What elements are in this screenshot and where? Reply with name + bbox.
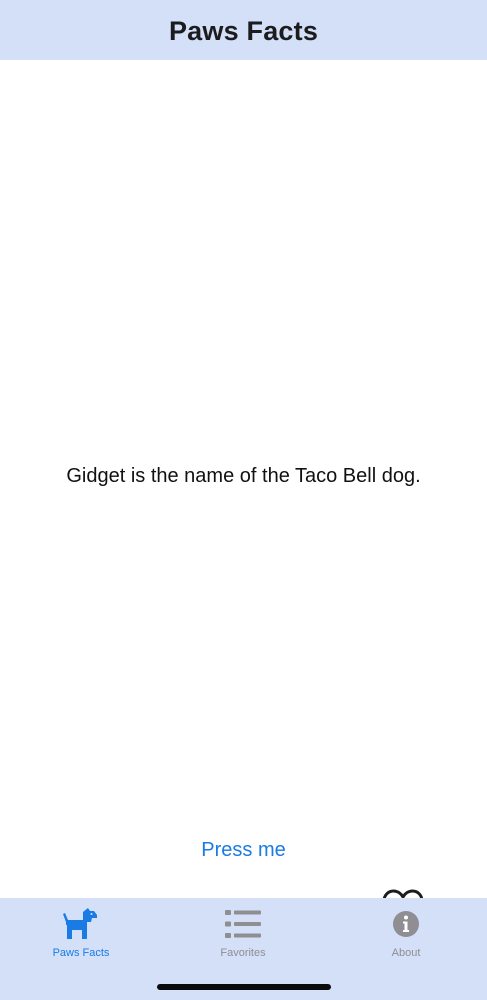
- tab-bar: Paws Facts Favorites About: [0, 898, 487, 1000]
- main-content: Gidget is the name of the Taco Bell dog.…: [0, 60, 487, 926]
- tab-label-favorites: Favorites: [220, 947, 266, 959]
- page-title: Paws Facts: [168, 15, 319, 46]
- press-me-button[interactable]: Press me: [188, 834, 299, 866]
- tab-paws-facts[interactable]: Paws Facts: [0, 898, 162, 978]
- tab-about[interactable]: About: [325, 898, 487, 978]
- tab-label-about: About: [391, 947, 421, 959]
- fact-text: Gidget is the name of the Taco Bell dog.: [66, 465, 421, 487]
- info-icon: [392, 907, 420, 941]
- dog-icon: [63, 907, 99, 941]
- home-indicator[interactable]: [157, 984, 331, 990]
- list-icon: [225, 907, 261, 941]
- tab-favorites[interactable]: Favorites: [162, 898, 324, 978]
- tab-label-paws-facts: Paws Facts: [52, 947, 110, 959]
- navigation-bar: Paws Facts: [0, 0, 487, 60]
